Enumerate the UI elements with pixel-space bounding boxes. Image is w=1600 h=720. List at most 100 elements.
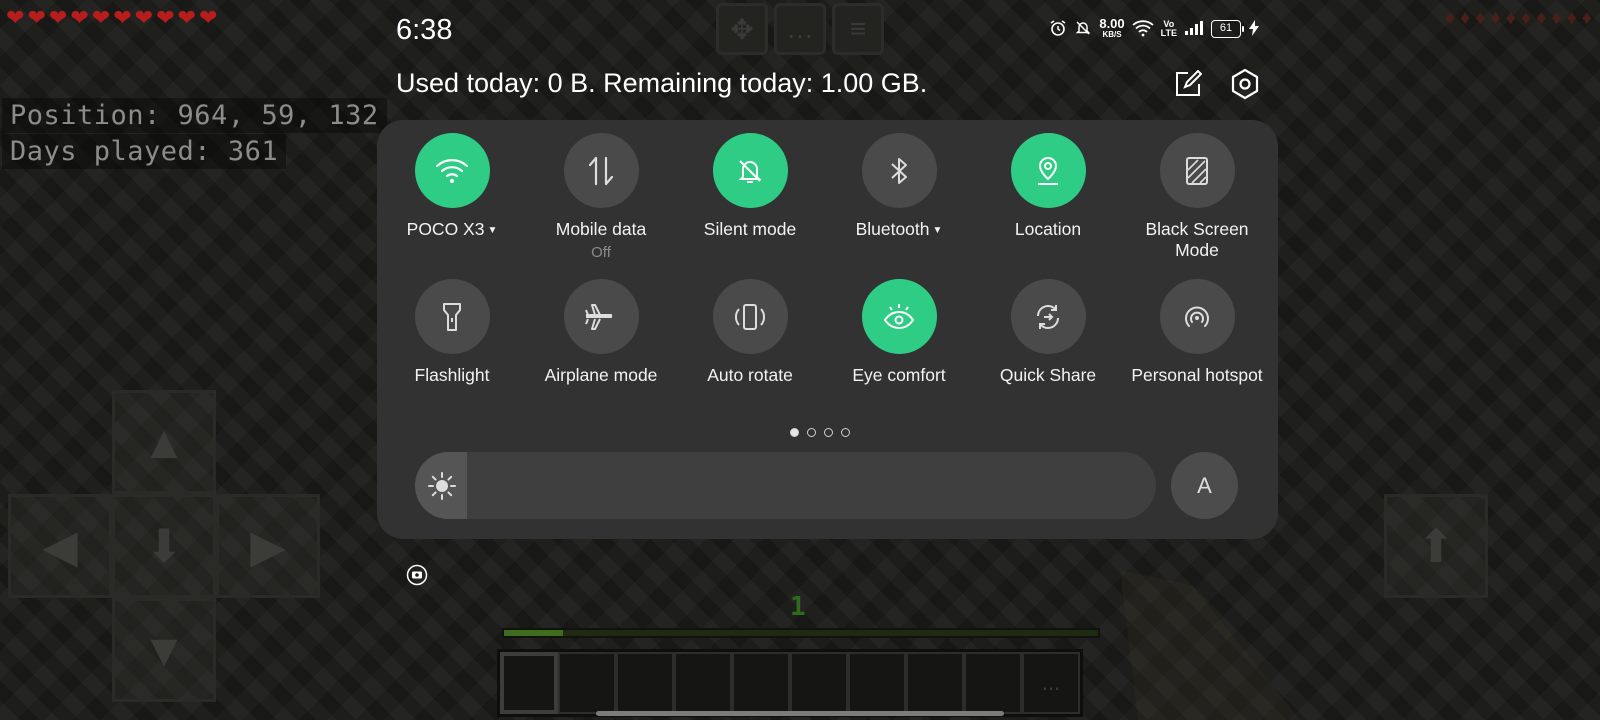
location-icon <box>1038 156 1058 185</box>
black-screen-icon <box>1186 156 1208 185</box>
tile-circle[interactable] <box>414 279 490 354</box>
tile-circle[interactable] <box>563 279 639 354</box>
tile-circle[interactable] <box>861 133 937 208</box>
tile-eye-comfort[interactable]: Eye comfort <box>824 279 974 386</box>
status-clock: 6:38 <box>396 14 453 46</box>
tile-label-text: Bluetooth <box>855 219 930 239</box>
tile-label: Eye comfort <box>852 365 946 385</box>
hotbar-slot[interactable] <box>674 652 732 714</box>
hotbar-slot[interactable] <box>964 652 1022 714</box>
inventory-more-button[interactable]: ... <box>1022 652 1080 714</box>
tile-label: Silent mode <box>703 219 797 239</box>
drumstick-icon: ♦ <box>1520 7 1532 29</box>
brightness-slider[interactable] <box>415 452 1156 519</box>
volte-line2: LTE <box>1160 28 1177 38</box>
tile-silent-mode[interactable]: Silent mode <box>675 133 825 240</box>
auto-brightness-button[interactable]: A <box>1171 452 1238 519</box>
battery-indicator: 61 <box>1211 20 1244 38</box>
xp-bar-fill <box>504 630 564 636</box>
silent-icon <box>738 159 762 183</box>
tile-circle[interactable] <box>1010 279 1086 354</box>
hotspot-icon <box>1185 306 1209 327</box>
drumstick-icon: ♦ <box>1505 7 1516 29</box>
tile-label: Location <box>1014 219 1082 239</box>
hotbar-slot[interactable] <box>500 652 558 714</box>
xp-level: 1 <box>790 592 806 622</box>
hotbar: ... <box>497 649 1083 717</box>
home-indicator[interactable] <box>596 711 1004 716</box>
caret-down-icon[interactable]: ▼ <box>487 225 497 236</box>
caret-down-icon[interactable]: ▼ <box>933 225 943 236</box>
dpad-left-button[interactable]: ◀ <box>8 494 112 598</box>
tile-black-screen-mode[interactable]: Black Screen Mode <box>1122 133 1272 261</box>
tile-circle[interactable] <box>563 133 639 208</box>
hotbar-slot[interactable] <box>558 652 616 714</box>
dpad-down-button[interactable]: ▼ <box>112 598 216 702</box>
position-readout: Position: 964, 59, 132 <box>2 98 387 133</box>
tile-circle[interactable] <box>1159 133 1235 208</box>
tile-bluetooth[interactable]: Bluetooth ▼ <box>824 133 974 241</box>
tile-circle[interactable] <box>414 133 490 208</box>
auto-rotate-icon <box>735 303 765 330</box>
hotbar-slot[interactable] <box>732 652 790 714</box>
wifi-icon <box>1132 19 1154 40</box>
dpad-up-button[interactable]: ▲ <box>112 390 216 494</box>
tile-personal-hotspot[interactable]: Personal hotspot <box>1122 279 1272 386</box>
page-dot[interactable] <box>841 428 850 437</box>
drumstick-icon: ♦ <box>1551 7 1562 29</box>
tile-location[interactable]: Location <box>973 133 1123 240</box>
tile-circle[interactable] <box>861 279 937 354</box>
page-dot[interactable] <box>824 428 833 437</box>
page-dot[interactable] <box>807 428 816 437</box>
brightness-icon <box>427 471 457 506</box>
tile-circle[interactable] <box>712 133 788 208</box>
tile-circle[interactable] <box>1159 279 1235 354</box>
tile-circle[interactable] <box>712 279 788 354</box>
tile-label: Personal hotspot <box>1131 365 1263 385</box>
heart-icon: ❤ <box>156 5 175 30</box>
emote-icon[interactable]: ✥ <box>716 3 768 55</box>
dpad-right-button[interactable]: ▶ <box>216 494 320 598</box>
screenshot-notification-icon[interactable] <box>406 564 428 591</box>
dpad-sneak-button[interactable]: ⬇ <box>112 494 216 598</box>
hotbar-slot[interactable] <box>790 652 848 714</box>
tile-label: Black Screen Mode <box>1145 219 1249 260</box>
tile-quick-share[interactable]: Quick Share <box>973 279 1123 386</box>
heart-icon: ❤ <box>113 5 132 30</box>
alarm-icon <box>1049 19 1067 40</box>
days-played-readout: Days played: 361 <box>2 134 287 169</box>
heart-icon: ❤ <box>198 5 218 30</box>
settings-icon[interactable] <box>1227 66 1263 102</box>
net-speed: 8.00 KB/S <box>1099 17 1124 40</box>
drumstick-icon: ♦ <box>1490 7 1501 29</box>
tile-label-text: POCO X3 <box>406 219 485 239</box>
tile-mobile-data[interactable]: Mobile data Off <box>526 133 676 261</box>
tile-wifi[interactable]: POCO X3 ▼ <box>377 133 527 241</box>
tile-circle[interactable] <box>1010 133 1086 208</box>
chat-icon[interactable]: … <box>774 3 826 55</box>
menu-icon[interactable]: ≡ <box>832 3 884 55</box>
health-bar: ❤ ❤ ❤ ❤ ❤ ❤ ❤ ❤ ❤ ❤ <box>6 6 217 30</box>
tile-label: Airplane mode <box>544 365 658 385</box>
status-icons: 8.00 KB/S Vo LTE 61 <box>1049 17 1260 40</box>
hotbar-slot[interactable] <box>906 652 964 714</box>
game-top-buttons: ✥ … ≡ <box>716 3 884 55</box>
tile-label: POCO X3 ▼ <box>377 219 527 241</box>
jump-button[interactable]: ⬆ <box>1384 494 1488 598</box>
net-speed-unit: KB/S <box>1102 30 1122 39</box>
hunger-bar: ♦ ♦ ♦ ♦ ♦ ♦ ♦ ♦ ♦ ♦ <box>1445 8 1592 28</box>
quick-share-icon <box>1037 304 1059 329</box>
tile-auto-rotate[interactable]: Auto rotate <box>675 279 825 386</box>
heart-icon: ❤ <box>48 5 68 30</box>
page-dot[interactable] <box>790 428 799 437</box>
page-indicator <box>790 428 850 437</box>
drumstick-icon: ♦ <box>1536 7 1547 29</box>
edit-icon[interactable] <box>1170 66 1206 102</box>
mute-icon <box>1074 19 1092 40</box>
charging-icon <box>1248 19 1260 40</box>
tile-airplane-mode[interactable]: Airplane mode <box>526 279 676 386</box>
tile-flashlight[interactable]: Flashlight <box>377 279 527 386</box>
tile-label: Flashlight <box>414 365 490 385</box>
hotbar-slot[interactable] <box>848 652 906 714</box>
hotbar-slot[interactable] <box>616 652 674 714</box>
